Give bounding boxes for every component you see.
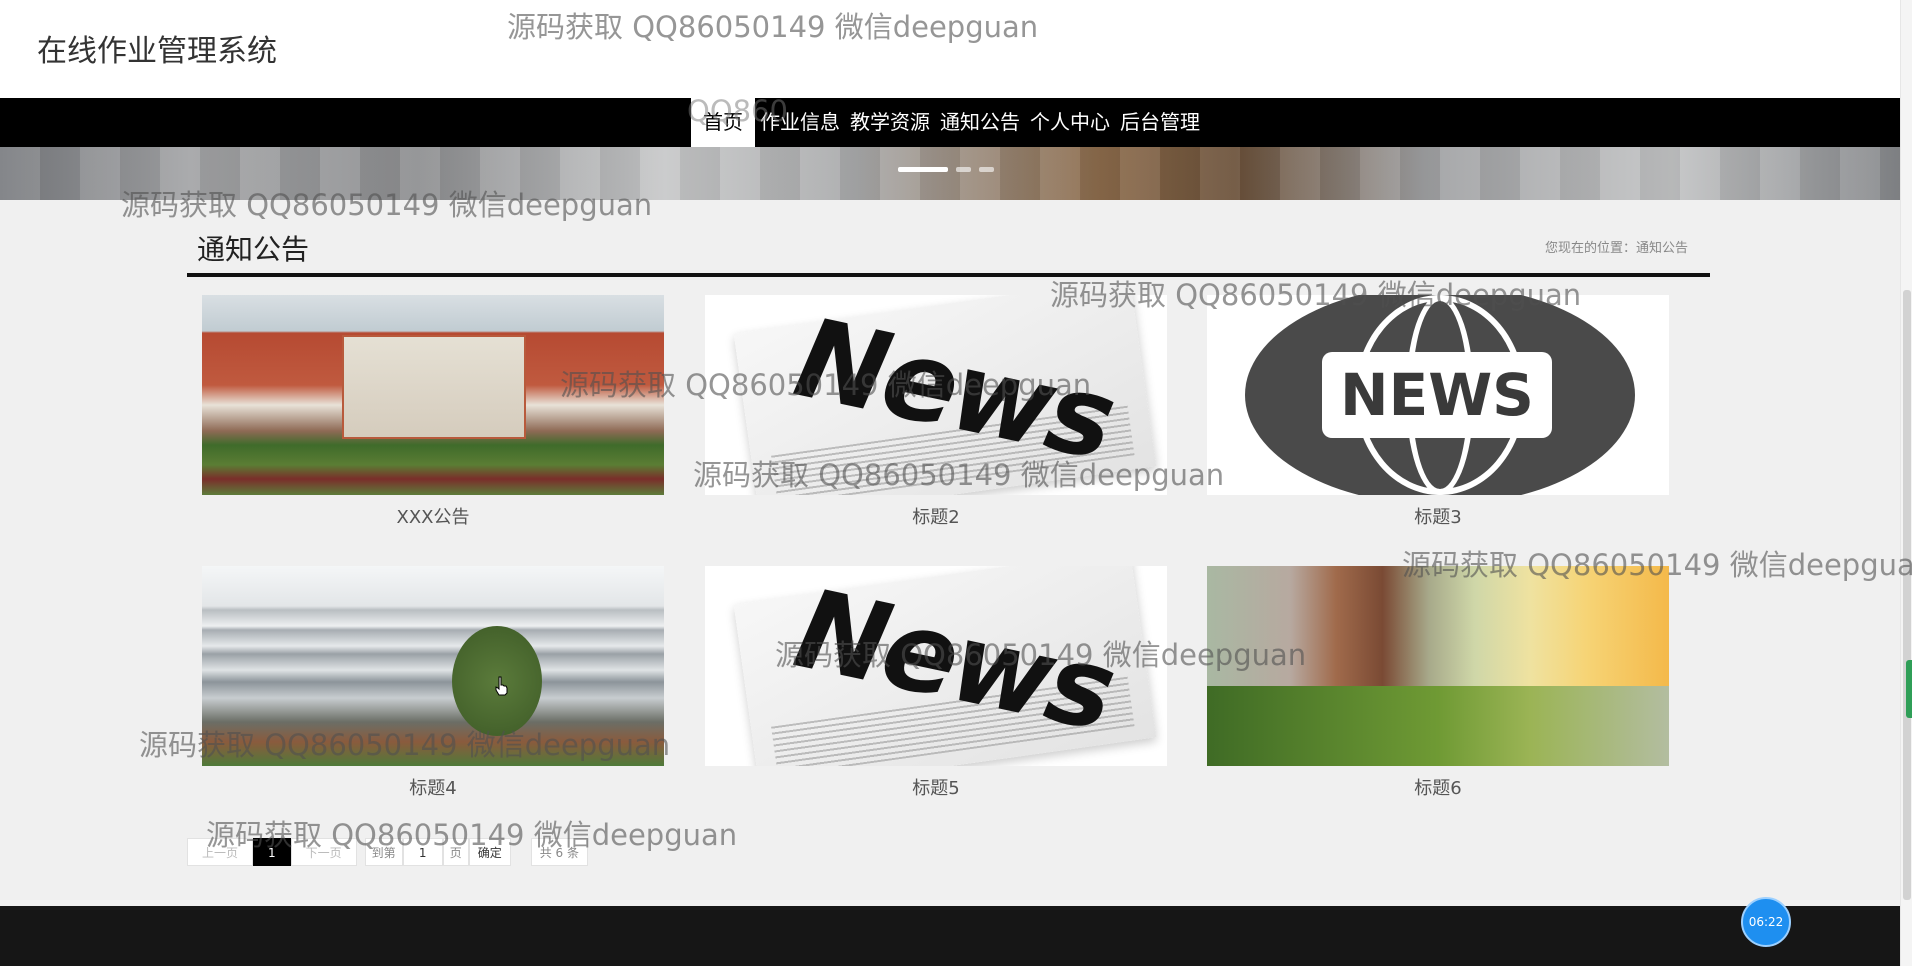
newspaper-image[interactable]: News <box>705 295 1167 495</box>
notice-card-caption[interactable]: 标题6 <box>1207 774 1669 800</box>
notice-card-6[interactable]: 标题6 <box>1207 566 1669 800</box>
goto-confirm-button[interactable]: 确定 <box>468 838 511 866</box>
building-image[interactable] <box>202 566 664 766</box>
notice-card-caption[interactable]: 标题4 <box>202 774 664 800</box>
main-nav: 首页 作业信息 教学资源 通知公告 个人中心 后台管理 <box>0 98 1900 147</box>
notice-card-caption[interactable]: 标题5 <box>705 774 1167 800</box>
nav-item-profile[interactable]: 个人中心 <box>1025 98 1115 147</box>
current-page-button[interactable]: 1 <box>253 838 291 866</box>
total-count: 共 6 条 <box>530 838 588 866</box>
carousel-dots <box>898 167 994 172</box>
banner-carousel[interactable] <box>0 147 1900 200</box>
news-plate: NEWS <box>1322 352 1552 438</box>
nav-item-admin[interactable]: 后台管理 <box>1115 98 1205 147</box>
trees-image[interactable] <box>1207 566 1669 766</box>
pagination: 上一页 1 下一页 到第 1 页 确定 共 6 条 <box>187 838 588 866</box>
site-title[interactable]: 在线作业管理系统 <box>37 26 277 70</box>
scrollbar-thumb[interactable] <box>1903 290 1911 900</box>
notice-card-caption[interactable]: 标题3 <box>1207 503 1669 529</box>
site-footer <box>0 906 1900 966</box>
notice-card-3[interactable]: NEWS 标题3 <box>1207 295 1669 529</box>
section-title: 通知公告 <box>197 233 310 266</box>
page-scrollbar[interactable] <box>1900 0 1912 966</box>
breadcrumb: 您现在的位置：通知公告 <box>1545 241 1689 256</box>
notice-card-4[interactable]: 标题4 <box>202 566 664 800</box>
page-unit-label: 页 <box>442 838 469 866</box>
carousel-dot-3[interactable] <box>979 167 994 172</box>
notice-card-caption[interactable]: XXX公告 <box>202 503 664 529</box>
carousel-dot-1[interactable] <box>898 167 948 172</box>
news-globe-image[interactable]: NEWS <box>1207 295 1669 495</box>
nav-item-homework[interactable]: 作业信息 <box>755 98 845 147</box>
carousel-dot-2[interactable] <box>956 167 971 172</box>
nav-item-home[interactable]: 首页 <box>691 98 755 147</box>
notice-card-2[interactable]: News 标题2 <box>705 295 1167 529</box>
notice-card-5[interactable]: News 标题5 <box>705 566 1167 800</box>
prev-page-button[interactable]: 上一页 <box>187 838 254 866</box>
nav-item-resources[interactable]: 教学资源 <box>845 98 935 147</box>
side-floating-tab[interactable] <box>1906 660 1912 718</box>
newspaper-image[interactable]: News <box>705 566 1167 766</box>
hand-cursor-icon <box>495 676 508 696</box>
notice-card-1[interactable]: XXX公告 <box>202 295 664 529</box>
next-page-button[interactable]: 下一页 <box>290 838 357 866</box>
goto-label: 到第 <box>364 838 403 866</box>
nav-item-notices[interactable]: 通知公告 <box>935 98 1025 147</box>
campus-image[interactable] <box>202 295 664 495</box>
section-divider <box>187 273 1710 277</box>
nav-items: 首页 作业信息 教学资源 通知公告 个人中心 后台管理 <box>691 98 1205 147</box>
recording-timer[interactable]: 06:22 <box>1741 897 1791 947</box>
notice-card-caption[interactable]: 标题2 <box>705 503 1167 529</box>
site-header: 在线作业管理系统 <box>0 0 1900 98</box>
goto-page-input[interactable]: 1 <box>402 838 443 866</box>
